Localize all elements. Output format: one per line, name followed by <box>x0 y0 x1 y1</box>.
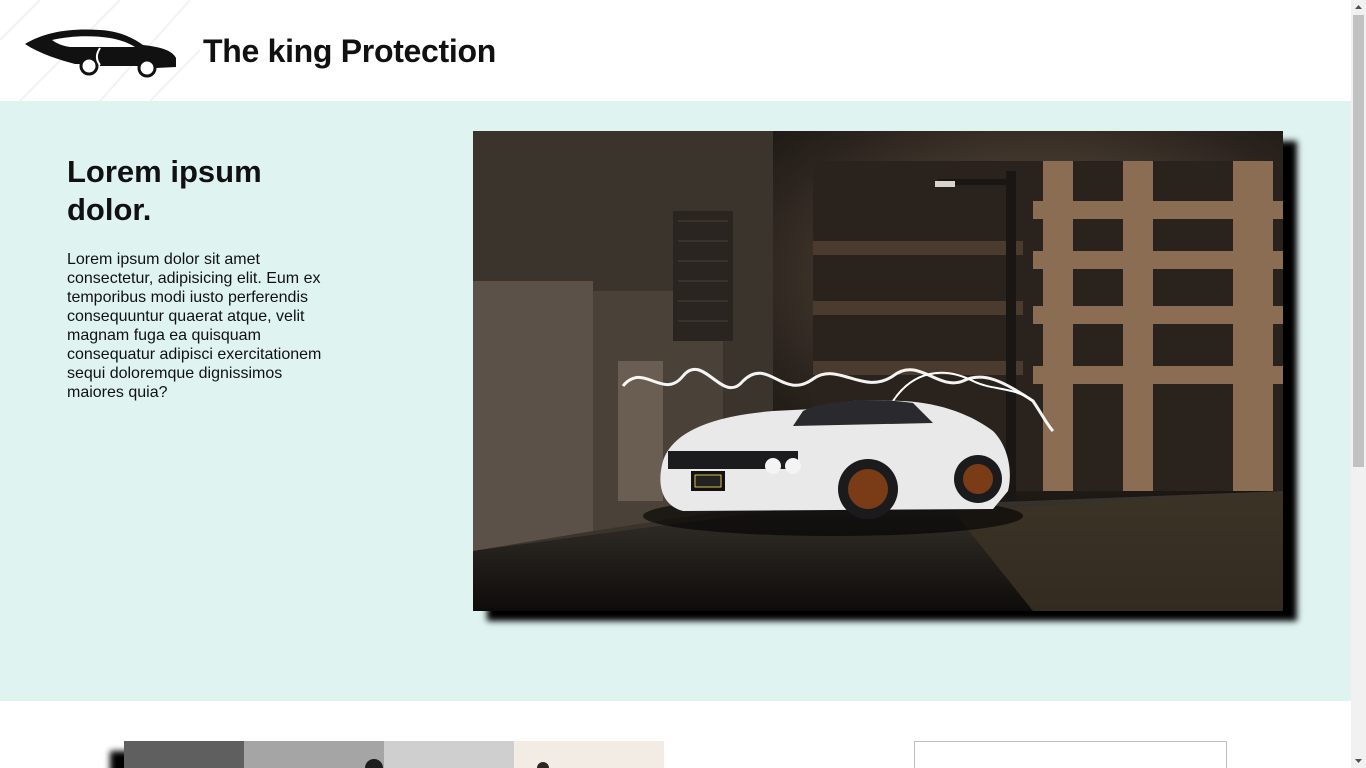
vertical-scrollbar[interactable] <box>1351 0 1366 768</box>
scroll-down-arrow-icon[interactable] <box>1351 753 1366 768</box>
hero-heading: Lorem ipsum dolor. <box>67 154 262 227</box>
car-logo-icon[interactable] <box>0 0 201 102</box>
secondary-photo <box>124 741 664 768</box>
secondary-section <box>0 701 1351 768</box>
site-title: The king Protection <box>203 33 496 69</box>
page: The king Protection Lorem ipsum dolor. L… <box>0 0 1351 768</box>
content-card <box>914 741 1227 768</box>
hero-section: Lorem ipsum dolor. Lorem ipsum dolor sit… <box>0 101 1351 701</box>
hero-body-text: Lorem ipsum dolor sit amet consectetur, … <box>67 251 322 401</box>
hero-car-image <box>473 131 1283 611</box>
scroll-up-arrow-icon[interactable] <box>1351 0 1366 15</box>
scrollbar-thumb[interactable] <box>1353 15 1364 467</box>
site-header: The king Protection <box>0 0 1351 102</box>
